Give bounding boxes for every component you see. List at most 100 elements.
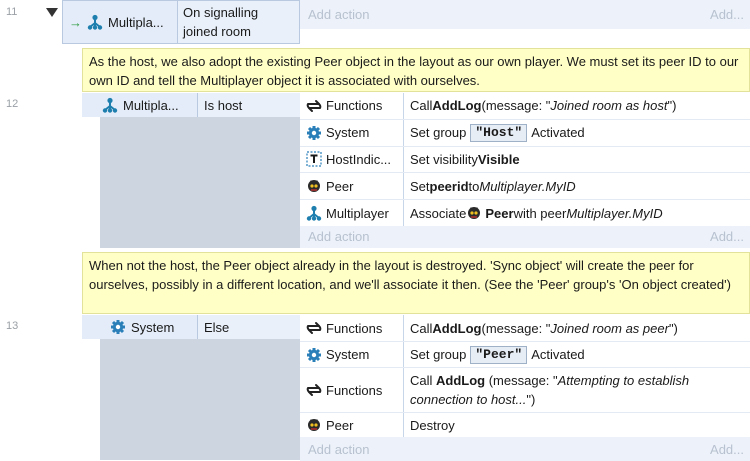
action-text[interactable]: Set peerid to Multiplayer.MyID xyxy=(404,173,750,200)
text-object-icon xyxy=(306,151,322,168)
action-text-pre: Call xyxy=(410,320,433,336)
action-object-label: Functions xyxy=(326,320,383,336)
multiplayer-icon xyxy=(306,205,322,222)
action-object-label: HostIndic... xyxy=(326,151,392,167)
condition-object-label: Multipla... xyxy=(108,14,164,30)
condition-text[interactable]: Is host xyxy=(198,93,300,117)
action-object[interactable]: HostIndic... xyxy=(300,146,404,173)
action-text-post: ") xyxy=(668,320,678,336)
action-text-post: Activated xyxy=(531,125,585,141)
condition-object[interactable]: → Multipla... xyxy=(63,1,178,43)
action-object-label: Functions xyxy=(326,98,383,114)
action-text[interactable]: Call AddLog (message: " Joined room as ho… xyxy=(404,93,750,119)
action-object[interactable]: Functions xyxy=(300,93,404,119)
action-param: Multiplayer.MyID xyxy=(566,205,663,221)
condition-text[interactable]: Else xyxy=(198,315,300,339)
condition-text[interactable]: On signalling joined room xyxy=(183,3,293,41)
add-action-short: Add... xyxy=(710,441,744,457)
action-text-pre: Associate xyxy=(410,205,467,221)
action-row[interactable]: Peer Destroy xyxy=(300,413,750,437)
action-row[interactable]: Functions Call AddLog (message: " Joined … xyxy=(300,93,750,119)
multiplayer-icon xyxy=(102,97,118,113)
action-object[interactable]: Peer xyxy=(300,173,404,200)
action-list: Functions Call AddLog (message: " Joined … xyxy=(300,93,750,248)
system-gear-icon xyxy=(306,124,322,141)
group-name-badge: "Peer" xyxy=(470,345,528,364)
variable-name: peerid xyxy=(429,178,469,194)
event-line-number: 12 xyxy=(6,98,19,110)
peer-sprite-icon xyxy=(307,179,321,193)
functions-icon xyxy=(306,99,322,112)
action-text-pre: Call xyxy=(410,98,433,114)
action-text-pre: Call xyxy=(410,373,437,388)
add-action-label: Add action xyxy=(308,229,370,245)
action-text[interactable]: Destroy xyxy=(404,413,750,437)
action-text-pre: Set visibility xyxy=(410,151,478,167)
action-text[interactable]: Call AddLog (message: " Joined room as pe… xyxy=(404,315,750,341)
action-text[interactable]: Set group "Host" Activated xyxy=(404,119,750,146)
add-action-button[interactable]: Add action Add... xyxy=(300,225,750,248)
action-param: Joined room as host xyxy=(550,98,668,114)
action-text[interactable]: Associate Peer with peer Multiplayer.MyI… xyxy=(404,200,750,226)
action-text-pre: Set xyxy=(410,178,430,194)
action-object[interactable]: Functions xyxy=(300,368,404,412)
action-object-label: System xyxy=(326,125,370,141)
action-row[interactable]: Multiplayer Associate Peer with peer Mul… xyxy=(300,199,750,226)
action-text-mid: with peer xyxy=(513,205,567,221)
action-text-pre: Set group xyxy=(410,125,467,141)
action-text-post: ") xyxy=(526,392,536,407)
functions-icon xyxy=(306,322,322,334)
action-text-post: ") xyxy=(667,98,677,114)
functions-icon xyxy=(306,384,322,396)
trigger-arrow-icon: → xyxy=(69,14,82,30)
action-text-pre: Set group xyxy=(410,347,467,362)
action-text[interactable]: Set group "Peer" Activated xyxy=(404,342,750,367)
action-object[interactable]: Functions xyxy=(300,315,404,341)
action-object-label: Multiplayer xyxy=(326,205,389,221)
action-object[interactable]: System xyxy=(300,119,404,146)
action-text[interactable]: Call AddLog (message: "Attempting to est… xyxy=(404,368,750,412)
action-object-label: Peer xyxy=(326,417,354,433)
add-action-label: Add action xyxy=(308,7,370,22)
system-gear-icon xyxy=(110,319,126,335)
add-action-button[interactable]: Add action Add... xyxy=(300,0,750,29)
action-text-mid: to xyxy=(468,178,480,194)
add-action-short: Add... xyxy=(710,229,744,245)
action-text-pre: Destroy xyxy=(410,417,455,433)
action-row[interactable]: HostIndic... Set visibility Visible xyxy=(300,145,750,173)
action-object[interactable]: System xyxy=(300,342,404,367)
condition-object-label: System xyxy=(131,319,175,335)
object-name: Peer xyxy=(485,205,514,221)
action-text-mid: (message: " xyxy=(481,320,551,336)
action-value: Visible xyxy=(477,151,520,167)
event-line-number: 11 xyxy=(6,6,18,18)
action-text-mid: (message: " xyxy=(481,98,551,114)
function-name: AddLog xyxy=(432,98,482,114)
action-text-mid: (message: " xyxy=(485,373,558,388)
collapse-arrow-icon[interactable] xyxy=(46,8,58,17)
comment[interactable]: As the host, we also adopt the existing … xyxy=(82,48,750,92)
action-object[interactable]: Peer xyxy=(300,413,404,437)
action-text-wrap: Call AddLog (message: "Attempting to est… xyxy=(410,371,720,409)
action-row[interactable]: System Set group "Peer" Activated xyxy=(300,342,750,368)
peer-sprite-icon xyxy=(467,206,482,220)
add-action-button[interactable]: Add action Add... xyxy=(300,437,750,461)
peer-sprite-icon xyxy=(307,418,321,432)
function-name: AddLog xyxy=(436,373,486,388)
action-text[interactable]: Set visibility Visible xyxy=(404,146,750,173)
action-row[interactable]: Functions Call AddLog (message: "Attempt… xyxy=(300,368,750,413)
condition-object[interactable]: System xyxy=(82,315,198,339)
action-param: Multiplayer.MyID xyxy=(479,178,576,194)
system-gear-icon xyxy=(306,346,322,363)
condition-object[interactable]: Multipla... xyxy=(82,93,198,117)
group-name-badge: "Host" xyxy=(470,123,528,142)
action-object-label: Functions xyxy=(326,382,383,398)
action-row[interactable]: System Set group "Host" Activated xyxy=(300,118,750,146)
condition-object-label: Multipla... xyxy=(123,97,179,113)
comment[interactable]: When not the host, the Peer object alrea… xyxy=(82,252,750,314)
add-action-short: Add... xyxy=(710,7,744,22)
multiplayer-icon xyxy=(87,14,103,30)
action-object[interactable]: Multiplayer xyxy=(300,200,404,226)
action-row[interactable]: Peer Set peerid to Multiplayer.MyID xyxy=(300,172,750,200)
action-row[interactable]: Functions Call AddLog (message: " Joined … xyxy=(300,315,750,342)
